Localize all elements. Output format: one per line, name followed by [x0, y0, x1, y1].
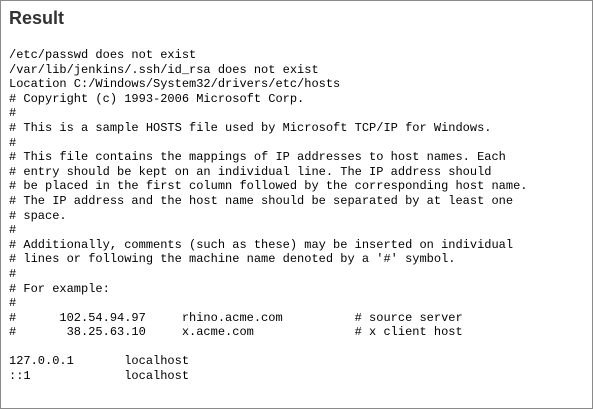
- output-line: 127.0.0.1 localhost: [9, 354, 190, 369]
- output-line: Location C:/Windows/System32/drivers/etc…: [9, 77, 341, 92]
- output-line: # entry should be kept on an individual …: [9, 164, 492, 179]
- output-line: # space.: [9, 208, 67, 223]
- result-panel: Result /etc/passwd does not exist/var/li…: [0, 0, 593, 409]
- output-line: # The IP address and the host name shoul…: [9, 193, 514, 208]
- output-line: /var/lib/jenkins/.ssh/id_rsa does not ex…: [9, 62, 319, 77]
- output-line: # 102.54.94.97 rhino.acme.com # source s…: [9, 310, 463, 325]
- output-line: ::1 localhost: [9, 369, 190, 384]
- output-line: # For example:: [9, 281, 110, 296]
- output-line: # Additionally, comments (such as these)…: [9, 237, 514, 252]
- output-line: # This is a sample HOSTS file used by Mi…: [9, 120, 492, 135]
- output-line: # be placed in the first column followed…: [9, 179, 528, 194]
- output-line: # lines or following the machine name de…: [9, 252, 456, 267]
- output-line: # Copyright (c) 1993-2006 Microsoft Corp…: [9, 91, 305, 106]
- output-line: #: [9, 266, 17, 281]
- console-output: /etc/passwd does not exist/var/lib/jenki…: [9, 48, 527, 384]
- output-line: #: [9, 106, 17, 121]
- output-line: # This file contains the mappings of IP …: [9, 150, 506, 165]
- output-line: # 38.25.63.10 x.acme.com # x client host: [9, 325, 463, 340]
- output-line: #: [9, 135, 17, 150]
- output-line: /etc/passwd does not exist: [9, 48, 197, 62]
- output-line: #: [9, 223, 17, 238]
- output-line: #: [9, 296, 17, 311]
- panel-title: Result: [9, 8, 65, 28]
